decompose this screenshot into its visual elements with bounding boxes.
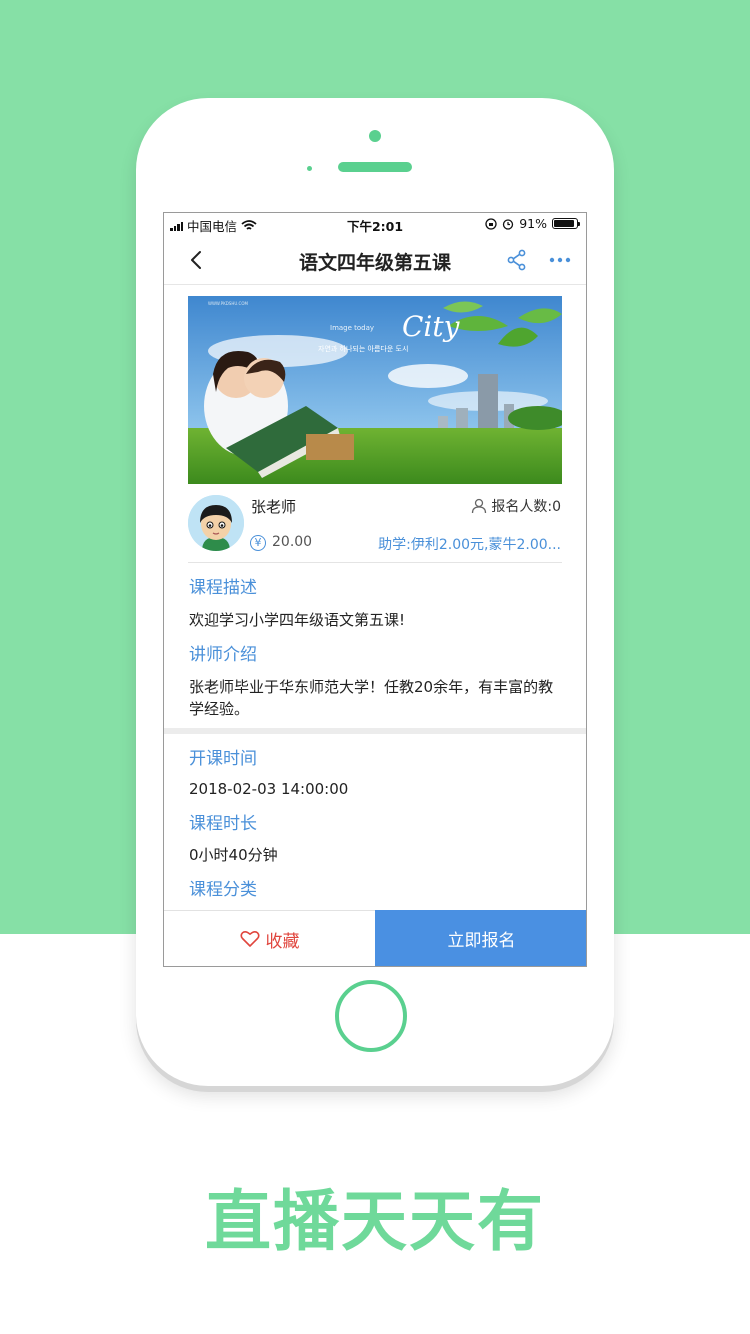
start-time-heading: 开课时间 [189, 749, 257, 769]
sensor-dot [307, 166, 312, 171]
battery-percent: 91% [519, 216, 547, 231]
favorite-label: 收藏 [265, 931, 300, 952]
signup-label: 立即报名 [447, 931, 516, 951]
earpiece-speaker [338, 162, 412, 172]
bottom-action-bar: 收藏 立即报名 [164, 910, 586, 966]
share-icon[interactable] [506, 249, 528, 271]
course-banner-image: City Image today 자연과 하나되는 아름다운 도시 WWW.PK… [188, 296, 562, 484]
rotation-lock-icon [485, 217, 497, 230]
teacher-avatar [188, 495, 244, 551]
city-text: City [402, 310, 461, 343]
course-description-text: 欢迎学习小学四年级语文第五课! [189, 611, 406, 629]
alarm-icon [503, 218, 514, 230]
start-time-value: 2018-02-03 14:00:00 [189, 780, 349, 798]
korean-caption: 자연과 하나되는 아름다운 도시 [318, 344, 408, 353]
course-description-heading: 课程描述 [189, 578, 257, 598]
nav-bar: 语文四年级第五课 [164, 235, 586, 285]
signup-button[interactable]: 立即报名 [375, 910, 586, 966]
category-heading: 课程分类 [189, 880, 257, 900]
home-button[interactable] [335, 980, 407, 1052]
divider [188, 562, 562, 563]
front-camera [369, 130, 381, 142]
course-price: 20.00 [272, 534, 313, 550]
assist-sponsors[interactable]: 助学:伊利2.00元,蒙牛2.00... [378, 534, 561, 554]
favorite-button[interactable]: 收藏 [164, 911, 375, 966]
image-today-text: Image today [330, 324, 374, 332]
status-bar: 中国电信 下午2:01 91% [164, 213, 586, 235]
status-right: 91% [485, 216, 580, 231]
duration-heading: 课程时长 [189, 814, 257, 834]
lecturer-intro-text: 张老师毕业于华东师范大学！任教20余年，有丰富的教学经验。 [189, 678, 554, 718]
enroll-label: 报名人数:0 [491, 499, 561, 515]
enroll-count: 报名人数:0 [471, 496, 561, 516]
battery-icon [552, 218, 580, 229]
person-icon [472, 498, 487, 514]
app-screen: 中国电信 下午2:01 91% 语文四年级第五课 City Image toda… [163, 212, 587, 967]
duration-value: 0小时40分钟 [189, 846, 278, 864]
more-dots-icon[interactable] [547, 249, 573, 271]
lecturer-intro-heading: 讲师介绍 [189, 645, 257, 665]
teacher-name: 张老师 [251, 498, 297, 516]
section-divider [164, 728, 586, 734]
yuan-icon: ¥ [250, 535, 266, 551]
slogan-text: 直播天天有 [205, 1183, 545, 1260]
site-watermark: WWW.PKDSHU.COM [208, 301, 248, 306]
heart-icon [239, 930, 260, 947]
